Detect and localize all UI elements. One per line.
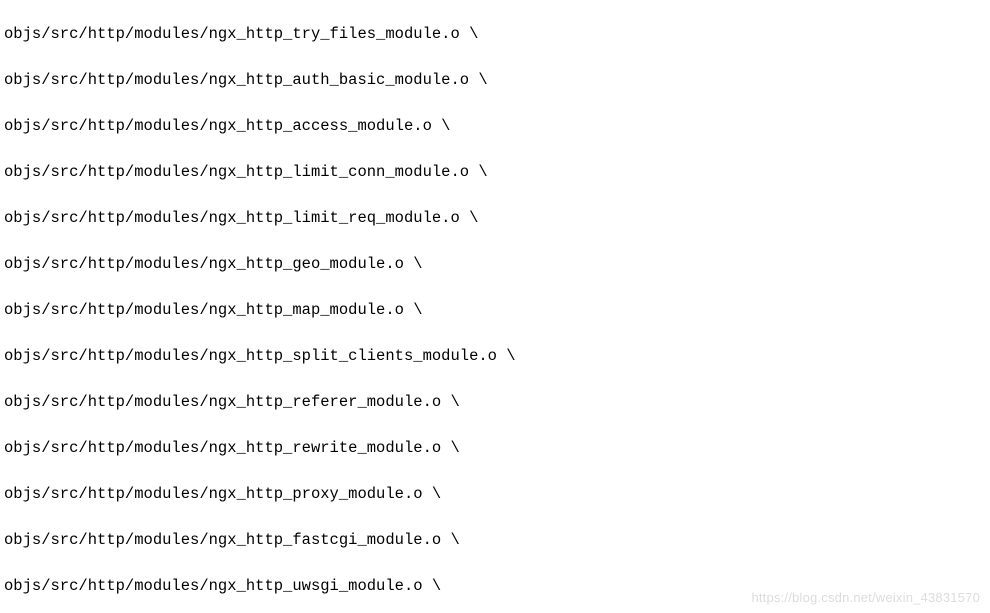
- output-line: objs/src/http/modules/ngx_http_rewrite_m…: [4, 437, 986, 460]
- output-line: objs/src/http/modules/ngx_http_proxy_mod…: [4, 483, 986, 506]
- output-line: objs/src/http/modules/ngx_http_limit_req…: [4, 207, 986, 230]
- output-line: objs/src/http/modules/ngx_http_geo_modul…: [4, 253, 986, 276]
- output-line: objs/src/http/modules/ngx_http_split_cli…: [4, 345, 986, 368]
- output-line: objs/src/http/modules/ngx_http_map_modul…: [4, 299, 986, 322]
- output-line: objs/src/http/modules/ngx_http_uwsgi_mod…: [4, 575, 986, 598]
- output-line: objs/src/http/modules/ngx_http_auth_basi…: [4, 69, 986, 92]
- terminal-output: objs/src/http/modules/ngx_http_try_files…: [0, 0, 990, 613]
- output-line: objs/src/http/modules/ngx_http_try_files…: [4, 23, 986, 46]
- output-line: objs/src/http/modules/ngx_http_referer_m…: [4, 391, 986, 414]
- output-line: objs/src/http/modules/ngx_http_fastcgi_m…: [4, 529, 986, 552]
- output-line: objs/src/http/modules/ngx_http_limit_con…: [4, 161, 986, 184]
- output-line: objs/src/http/modules/ngx_http_access_mo…: [4, 115, 986, 138]
